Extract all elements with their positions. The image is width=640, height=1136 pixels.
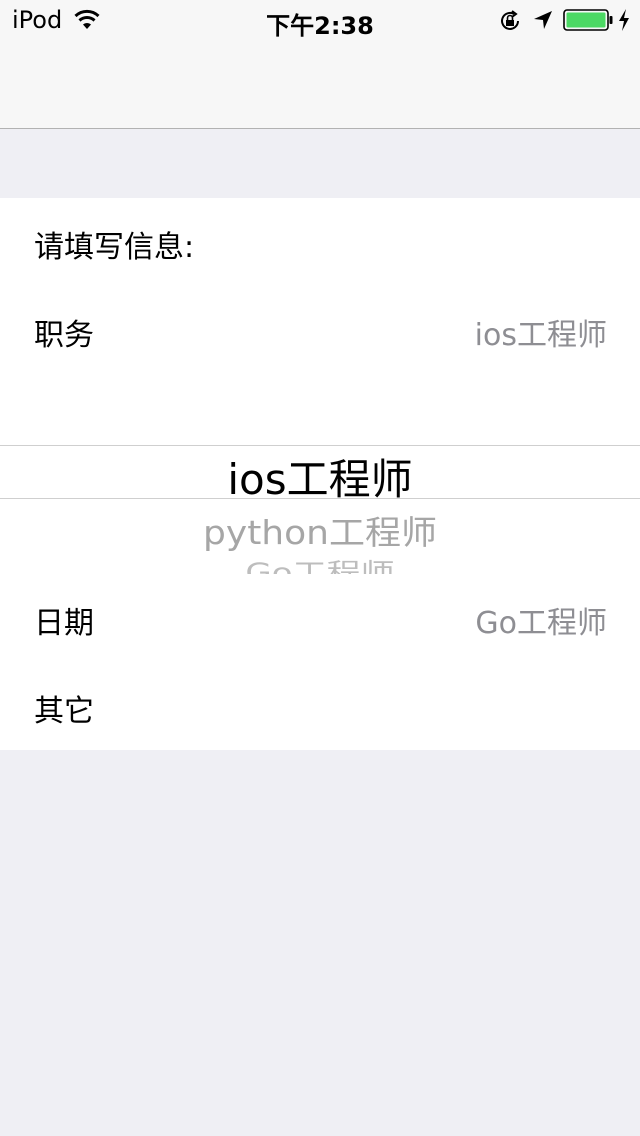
status-bar: iPod 下午2:38 xyxy=(0,0,640,40)
row-position-label: 职务 xyxy=(34,318,94,353)
job-picker[interactable]: ios工程师 python工程师 Go工程师 xyxy=(0,358,640,574)
row-other-label: 其它 xyxy=(34,694,94,729)
row-position-value: ios工程师 xyxy=(474,318,607,353)
row-date-value: Go工程师 xyxy=(475,606,607,641)
row-date-label: 日期 xyxy=(34,606,94,641)
charging-bolt-icon xyxy=(619,9,629,31)
battery-icon xyxy=(563,9,613,31)
location-arrow-icon xyxy=(534,11,552,29)
picker-option[interactable]: Go工程师 xyxy=(0,552,640,574)
form-header: 请填写信息: xyxy=(34,230,195,265)
navigation-bar xyxy=(0,40,640,129)
orientation-lock-icon xyxy=(501,10,519,30)
form-section: 请填写信息: 职务 ios工程师 ios工程师 python工程师 Go工程师 … xyxy=(0,198,640,750)
picker-option[interactable]: python工程师 xyxy=(0,506,640,554)
picker-option[interactable]: ios工程师 xyxy=(0,446,640,507)
